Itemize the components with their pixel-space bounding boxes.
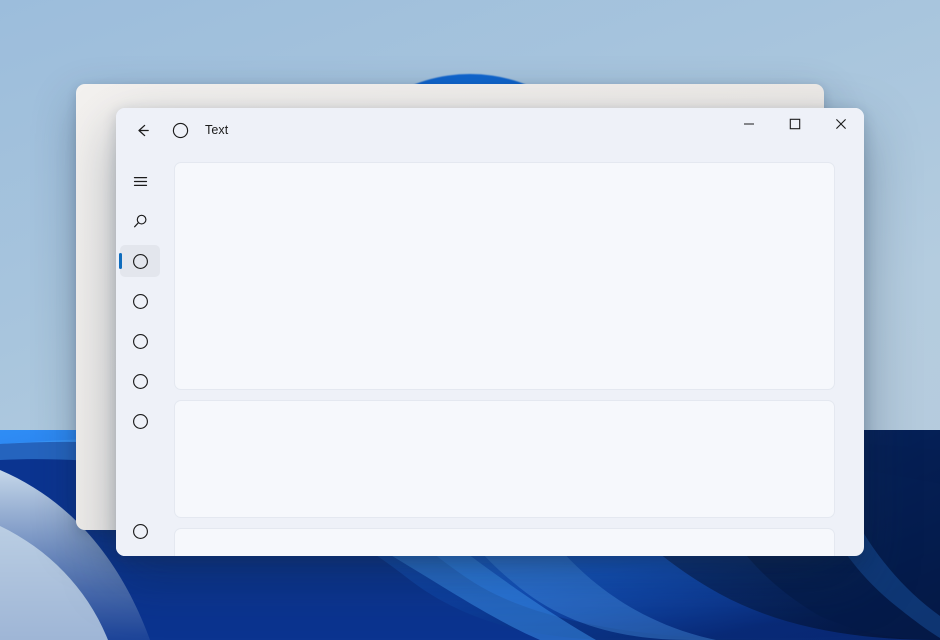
circle-icon (132, 524, 148, 539)
desktop: Text (0, 0, 940, 640)
nav-rail-spacer (116, 441, 164, 516)
back-button[interactable] (127, 115, 157, 145)
circle-icon (132, 413, 148, 429)
content-card-1[interactable] (174, 162, 835, 390)
content-area (164, 152, 864, 556)
nav-item-2[interactable] (116, 281, 164, 321)
circle-icon (132, 333, 148, 349)
window-title: Text (205, 123, 229, 137)
close-icon (836, 119, 846, 129)
back-arrow-icon (137, 124, 149, 136)
circle-icon (132, 293, 148, 309)
minimize-icon (744, 123, 754, 125)
app-icon (165, 115, 195, 145)
nav-search-button[interactable] (116, 201, 164, 241)
maximize-icon (789, 118, 801, 130)
content-card-3[interactable] (174, 528, 835, 556)
nav-item-4[interactable] (116, 361, 164, 401)
circle-icon (132, 253, 148, 269)
nav-item-1[interactable] (116, 241, 164, 281)
navigation-rail (116, 152, 164, 556)
nav-item-5[interactable] (116, 401, 164, 441)
hamburger-menu-icon (133, 176, 147, 186)
search-icon (133, 214, 146, 227)
close-button[interactable] (818, 108, 864, 142)
app-window: Text (116, 108, 864, 556)
nav-menu-button[interactable] (116, 161, 164, 201)
title-bar[interactable]: Text (116, 108, 864, 152)
maximize-button[interactable] (772, 108, 818, 142)
nav-item-3[interactable] (116, 321, 164, 361)
circle-icon (172, 122, 188, 138)
window-controls (726, 108, 864, 150)
window-body (116, 152, 864, 556)
content-card-2[interactable] (174, 400, 835, 518)
minimize-button[interactable] (726, 108, 772, 142)
circle-icon (132, 373, 148, 389)
nav-item-bottom[interactable] (116, 516, 164, 556)
